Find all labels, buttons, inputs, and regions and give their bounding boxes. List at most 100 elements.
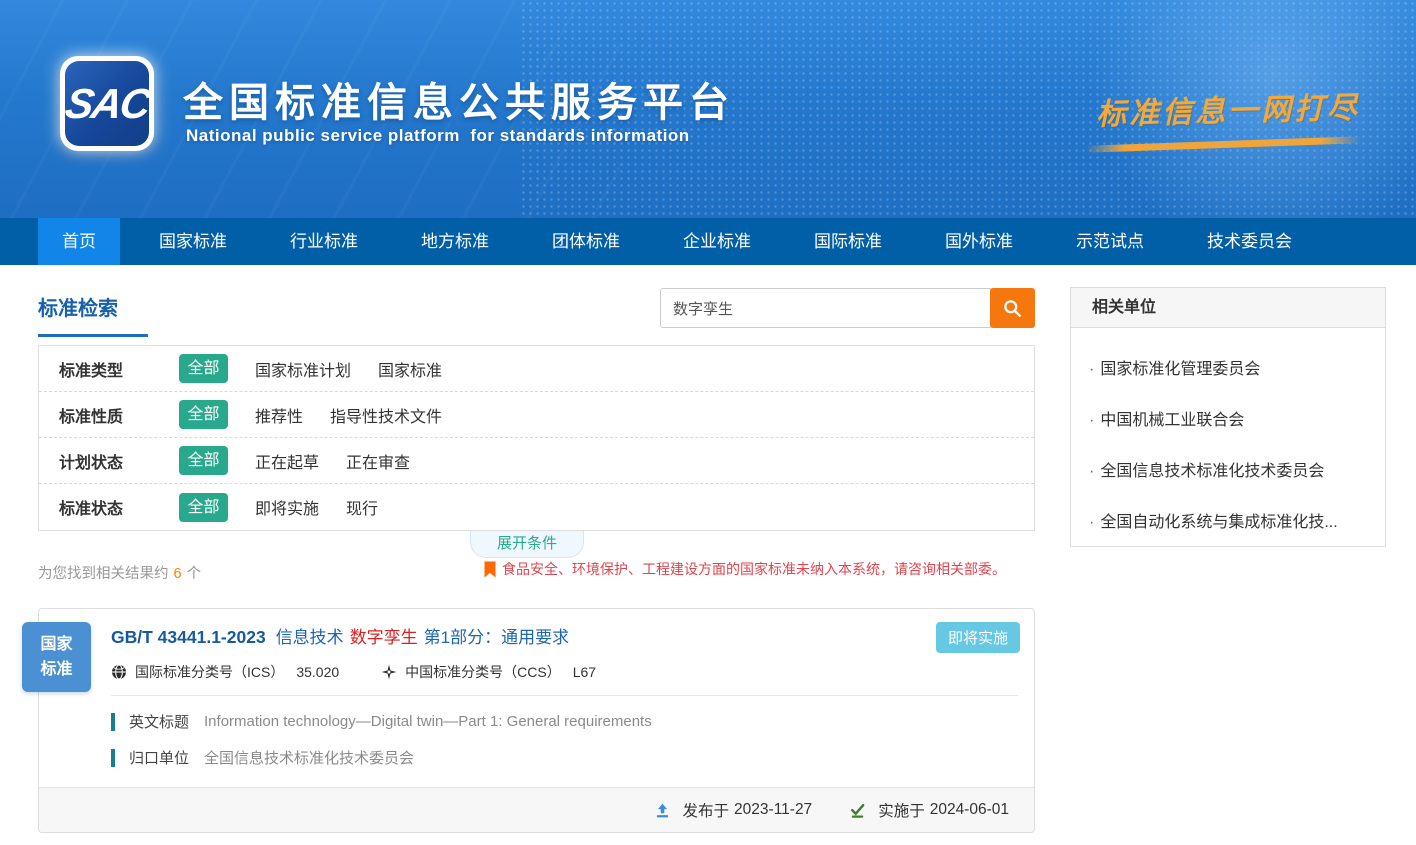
- title-segment: 第1部分：通用要求: [424, 628, 569, 647]
- nav-item-local-standards[interactable]: 地方标准: [397, 218, 513, 265]
- site-subtitle: National public service platform for sta…: [186, 126, 690, 146]
- nav-item-international-standards[interactable]: 国际标准: [790, 218, 906, 265]
- filter-label: 标准类型: [59, 357, 153, 381]
- sidebar-item-label: 全国信息技术标准化技术委员会: [1100, 463, 1324, 480]
- filter-option[interactable]: 国家标准计划: [255, 357, 351, 381]
- filter-option[interactable]: 现行: [346, 495, 378, 519]
- sidebar-item-automation-systems-committee[interactable]: · 全国自动化系统与集成标准化技...: [1071, 508, 1385, 532]
- sidebar-item-label: 中国机械工业联合会: [1100, 412, 1244, 429]
- filter-selected-all-button[interactable]: 全部: [179, 400, 228, 429]
- results-count: 6: [174, 566, 182, 582]
- sidebar-item-it-standardization-committee[interactable]: · 全国信息技术标准化技术委员会: [1071, 457, 1385, 481]
- sac-logo-text: SAC: [61, 80, 152, 128]
- implemented-date-group: 实施于 2024-06-01: [849, 799, 1014, 821]
- summary-suffix: 个: [187, 566, 202, 582]
- globe-icon: [111, 664, 127, 680]
- filter-row-standard-nature: 标准性质 全部 推荐性 指导性技术文件: [39, 392, 1034, 438]
- info-value: Information technology—Digital twin—Part…: [204, 713, 652, 730]
- filter-label: 计划状态: [59, 449, 153, 473]
- system-notice: 食品安全、环境保护、工程建设方面的国家标准未纳入本系统，请咨询相关部委。: [484, 559, 1006, 579]
- compass-icon: [381, 664, 397, 680]
- ccs-group: 中国标准分类号（CCS） L67: [381, 662, 596, 682]
- expand-conditions-button[interactable]: 展开条件: [470, 531, 584, 558]
- filter-option[interactable]: 正在起草: [255, 449, 319, 473]
- standard-type-badge: 国家 标准: [22, 622, 91, 692]
- type-badge-line1: 国家: [22, 632, 91, 657]
- section-title-standard-search: 标准检索: [38, 292, 148, 337]
- filter-option[interactable]: 推荐性: [255, 403, 303, 427]
- filter-selected-all-button[interactable]: 全部: [179, 446, 228, 475]
- committee-row: 归口单位 全国信息技术标准化技术委员会: [111, 747, 1018, 768]
- ics-group: 国际标准分类号（ICS） 35.020: [111, 662, 339, 682]
- filter-row-plan-status: 计划状态 全部 正在起草 正在审查: [39, 438, 1034, 484]
- standard-title-link[interactable]: GB/T 43441.1-2023 信息技术数字孪生第1部分：通用要求: [111, 623, 1018, 648]
- nav-item-group-standards[interactable]: 团体标准: [528, 218, 644, 265]
- title-highlighted-keyword: 数字孪生: [350, 628, 418, 647]
- filter-row-standard-status: 标准状态 全部 即将实施 现行: [39, 484, 1034, 530]
- info-label: 英文标题: [129, 711, 189, 732]
- nav-item-home[interactable]: 首页: [38, 218, 120, 265]
- filter-label: 标准性质: [59, 403, 153, 427]
- teal-bar-decoration: [111, 749, 115, 767]
- standard-result-card: 国家 标准 即将实施 GB/T 43441.1-2023信息技术数字孪生第1部分…: [38, 608, 1035, 833]
- bookmark-icon: [484, 561, 496, 578]
- title-segment: 信息技术: [276, 628, 344, 647]
- ccs-label: 中国标准分类号（CCS）: [405, 662, 561, 682]
- filter-option[interactable]: 即将实施: [255, 495, 319, 519]
- sidebar-item-label: 全国自动化系统与集成标准化技...: [1100, 514, 1337, 531]
- nav-item-pilot-demo[interactable]: 示范试点: [1052, 218, 1168, 265]
- nav-item-enterprise-standards[interactable]: 企业标准: [659, 218, 775, 265]
- related-units-title: 相关单位: [1071, 288, 1385, 328]
- type-badge-line2: 标准: [22, 657, 91, 682]
- published-label: 发布于: [683, 799, 730, 821]
- sidebar-item-machinery-federation[interactable]: · 中国机械工业联合会: [1071, 406, 1385, 430]
- header-slogan: 标准信息一网打尽: [1087, 82, 1368, 133]
- item-bullet: ·: [1089, 361, 1094, 378]
- item-bullet: ·: [1089, 463, 1094, 480]
- main-navbar: 首页 国家标准 行业标准 地方标准 团体标准 企业标准 国际标准 国外标准 示范…: [0, 218, 1416, 265]
- check-icon: [849, 802, 873, 819]
- filter-option[interactable]: 指导性技术文件: [330, 403, 442, 427]
- teal-bar-decoration: [111, 713, 115, 731]
- nav-item-foreign-standards[interactable]: 国外标准: [921, 218, 1037, 265]
- filter-selected-all-button[interactable]: 全部: [179, 354, 228, 383]
- standard-code: GB/T 43441.1-2023: [111, 627, 266, 647]
- classification-meta-row: 国际标准分类号（ICS） 35.020 中国标准分类号（CCS） L67: [111, 662, 1018, 682]
- filter-panel: 标准类型 全部 国家标准计划 国家标准 标准性质 全部 推荐性 指导性技术文件 …: [38, 345, 1035, 531]
- english-title-row: 英文标题 Information technology—Digital twin…: [111, 711, 1018, 732]
- ics-label: 国际标准分类号（ICS）: [135, 662, 284, 682]
- card-divider: [111, 695, 1018, 696]
- item-bullet: ·: [1089, 412, 1094, 429]
- search-button[interactable]: [990, 288, 1035, 328]
- nav-item-technical-committees[interactable]: 技术委员会: [1183, 218, 1316, 265]
- search-bar: [660, 288, 1035, 328]
- notice-text: 食品安全、环境保护、工程建设方面的国家标准未纳入本系统，请咨询相关部委。: [502, 559, 1006, 579]
- sidebar-item-sac[interactable]: · 国家标准化管理委员会: [1071, 355, 1385, 379]
- sidebar-item-label: 国家标准化管理委员会: [1100, 361, 1260, 378]
- filter-row-standard-type: 标准类型 全部 国家标准计划 国家标准: [39, 346, 1034, 392]
- nav-item-industry-standards[interactable]: 行业标准: [266, 218, 382, 265]
- item-bullet: ·: [1089, 514, 1094, 531]
- sac-logo: SAC: [60, 56, 154, 151]
- search-input[interactable]: [660, 288, 991, 328]
- related-units-panel: 相关单位 · 国家标准化管理委员会 · 中国机械工业联合会 · 全国信息技术标准化技术…: [1070, 287, 1386, 547]
- results-summary: 为您找到相关结果约6个: [38, 562, 201, 583]
- card-body: GB/T 43441.1-2023 信息技术数字孪生第1部分：通用要求 国际标准分…: [39, 609, 1034, 768]
- sac-logo-inner: SAC: [65, 61, 149, 146]
- implemented-date: 2024-06-01: [930, 801, 1009, 819]
- card-footer: 发布于 2023-11-27 实施于 2024-06-01: [39, 787, 1034, 832]
- nav-item-national-standards[interactable]: 国家标准: [135, 218, 251, 265]
- implemented-label: 实施于: [878, 799, 925, 821]
- ccs-value: L67: [573, 664, 596, 680]
- ics-value: 35.020: [296, 664, 339, 680]
- status-badge: 即将实施: [936, 622, 1020, 653]
- magnifier-icon: [1002, 298, 1023, 319]
- upload-icon: [654, 802, 678, 819]
- published-date: 2023-11-27: [734, 801, 812, 819]
- filter-selected-all-button[interactable]: 全部: [179, 493, 228, 522]
- site-header: SAC 全国标准信息公共服务平台 National public service…: [0, 0, 1416, 218]
- info-value: 全国信息技术标准化技术委员会: [204, 747, 414, 768]
- info-label: 归口单位: [129, 747, 189, 768]
- filter-option[interactable]: 正在审查: [346, 449, 410, 473]
- filter-option[interactable]: 国家标准: [378, 357, 442, 381]
